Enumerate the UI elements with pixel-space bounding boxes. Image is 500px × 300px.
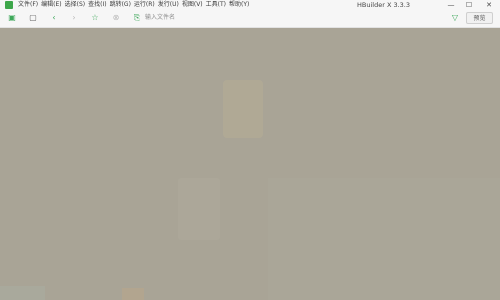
menu-select[interactable]: 选择(S) xyxy=(65,0,89,10)
window-title: HBuilder X 3.3.3 xyxy=(357,1,410,9)
menu-bar: 文件(F) 编辑(E) 选择(S) 查找(I) 跳转(G) 运行(R) 发行(U… xyxy=(18,0,252,10)
menu-help[interactable]: 帮助(Y) xyxy=(229,0,252,10)
file-search-icon[interactable]: ⎘ xyxy=(132,13,142,23)
menu-run[interactable]: 运行(R) xyxy=(134,0,158,10)
close-icon[interactable]: ✕ xyxy=(482,0,496,10)
dimmed-panel-right xyxy=(268,178,500,300)
toolbar: ▣ ▢ ‹ › ☆ ⊗ ⎘ ▽ 预览 xyxy=(0,10,500,28)
minimize-icon[interactable]: — xyxy=(444,0,458,10)
app-logo xyxy=(5,1,13,9)
stop-icon[interactable]: ⊗ xyxy=(111,13,121,23)
title-bar: 文件(F) 编辑(E) 选择(S) 查找(I) 跳转(G) 运行(R) 发行(U… xyxy=(0,0,500,10)
search-input[interactable] xyxy=(145,13,445,23)
dimmed-status-left xyxy=(0,286,45,300)
menu-edit[interactable]: 编辑(E) xyxy=(41,0,64,10)
menu-publish[interactable]: 发行(U) xyxy=(158,0,182,10)
menu-goto[interactable]: 跳转(G) xyxy=(110,0,134,10)
menu-tools[interactable]: 工具(T) xyxy=(206,0,229,10)
menu-file[interactable]: 文件(F) xyxy=(18,0,41,10)
preview-button[interactable]: 预览 xyxy=(466,12,493,24)
dimmed-status-center xyxy=(122,288,144,300)
dimmed-panel-left xyxy=(178,178,220,240)
back-icon[interactable]: ‹ xyxy=(49,13,59,23)
star-icon[interactable]: ☆ xyxy=(90,13,100,23)
menu-find[interactable]: 查找(I) xyxy=(88,0,109,10)
filter-icon[interactable]: ▽ xyxy=(450,13,460,23)
maximize-icon[interactable]: ☐ xyxy=(462,0,476,10)
forward-icon[interactable]: › xyxy=(69,13,79,23)
dimmed-panel-top xyxy=(223,80,263,138)
save-icon[interactable]: ▢ xyxy=(28,13,38,23)
new-file-icon[interactable]: ▣ xyxy=(7,13,17,23)
menu-view[interactable]: 视图(V) xyxy=(182,0,206,10)
